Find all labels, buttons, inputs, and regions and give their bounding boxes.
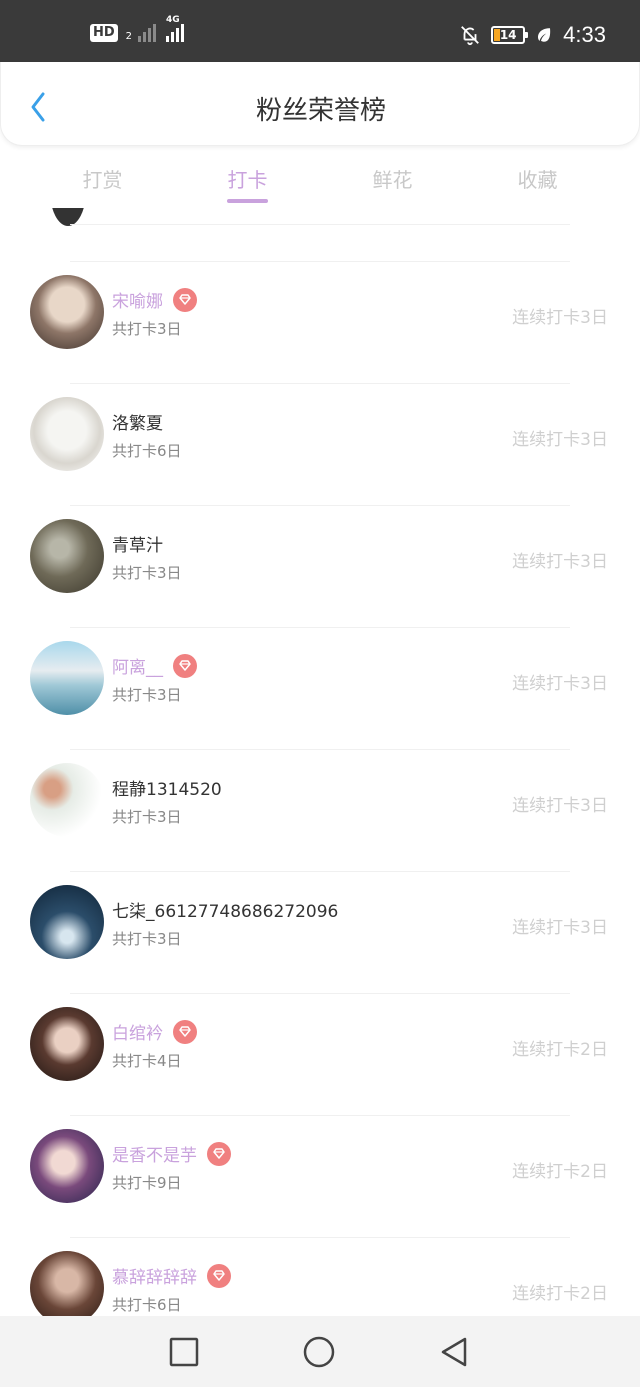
tab-checkin[interactable]: 打卡 <box>175 146 320 208</box>
square-icon[interactable] <box>168 1336 200 1368</box>
avatar[interactable] <box>30 1251 104 1316</box>
total-checkin: 共打卡6日 <box>112 1296 182 1314</box>
leaf-icon <box>538 28 551 42</box>
app-root: HD 2 4G 14 4:33 粉丝荣誉榜 打赏 打卡 鲜花 收藏 宋喻娜 共打… <box>0 0 640 1387</box>
streak-label: 连续打卡2日 <box>512 1162 608 1182</box>
list-item[interactable]: 阿离__ 共打卡3日 连续打卡3日 <box>0 627 640 749</box>
bell-off-icon <box>461 26 480 46</box>
total-checkin: 共打卡3日 <box>112 564 182 582</box>
streak-label: 连续打卡2日 <box>512 1040 608 1060</box>
total-checkin: 共打卡9日 <box>112 1174 182 1192</box>
streak-label: 连续打卡3日 <box>512 308 608 328</box>
list-item-partial <box>0 208 640 261</box>
total-checkin: 共打卡4日 <box>112 1052 182 1070</box>
fan-name-row: 宋喻娜 <box>112 287 197 312</box>
header: 粉丝荣誉榜 <box>0 62 640 146</box>
hd-sub-label: 2 <box>125 31 133 42</box>
fan-name[interactable]: 是香不是芋 <box>112 1141 197 1166</box>
fan-list-viewport[interactable]: 宋喻娜 共打卡3日 连续打卡3日 洛繁夏 共打卡6日 连续打卡3日 青草汁 共打… <box>0 208 640 1316</box>
fan-name[interactable]: 程静1314520 <box>112 775 222 800</box>
triangle-back-icon[interactable] <box>438 1336 470 1368</box>
page-title: 粉丝荣誉榜 <box>255 96 386 126</box>
divider <box>70 1237 570 1238</box>
divider <box>70 871 570 872</box>
avatar[interactable] <box>30 275 104 349</box>
circle-home-icon[interactable] <box>303 1336 335 1368</box>
hd-badge: HD <box>90 24 118 42</box>
divider <box>70 383 570 384</box>
avatar[interactable] <box>30 885 104 959</box>
tab-favorites[interactable]: 收藏 <box>465 146 610 208</box>
streak-label: 连续打卡2日 <box>512 1284 608 1304</box>
fan-name-row: 青草汁 <box>112 531 163 556</box>
diamond-badge-icon <box>207 1263 231 1288</box>
avatar[interactable] <box>30 763 104 837</box>
list-item[interactable]: 青草汁 共打卡3日 连续打卡3日 <box>0 505 640 627</box>
battery-icon: 14 <box>491 26 529 44</box>
fan-name-row: 慕辞辞辞辞 <box>112 1263 231 1288</box>
diamond-badge-icon <box>173 287 197 312</box>
streak-label: 连续打卡3日 <box>512 430 608 450</box>
fan-name[interactable]: 青草汁 <box>112 531 163 556</box>
fan-name[interactable]: 宋喻娜 <box>112 287 163 312</box>
tab-tips[interactable]: 打赏 <box>30 146 175 208</box>
list-item[interactable]: 七柒_66127748686272096 共打卡3日 连续打卡3日 <box>0 871 640 993</box>
diamond-badge-icon <box>207 1141 231 1166</box>
list-item[interactable]: 慕辞辞辞辞 共打卡6日 连续打卡2日 <box>0 1237 640 1316</box>
status-left: HD 2 4G <box>90 16 185 42</box>
fan-name-row: 白绾衿 <box>112 1019 197 1044</box>
diamond-badge-icon <box>173 653 197 678</box>
total-checkin: 共打卡3日 <box>112 320 182 338</box>
streak-label: 连续打卡3日 <box>512 918 608 938</box>
divider <box>70 993 570 994</box>
status-right: 14 4:33 <box>459 22 606 48</box>
streak-label: 连续打卡3日 <box>512 796 608 816</box>
divider <box>70 1115 570 1116</box>
fan-name-row: 阿离__ <box>112 653 197 678</box>
tab-flowers[interactable]: 鲜花 <box>320 146 465 208</box>
signal-4g-icon: 4G <box>166 16 185 42</box>
fan-name-row: 洛繁夏 <box>112 409 163 434</box>
fan-name[interactable]: 阿离__ <box>112 653 163 678</box>
fan-name[interactable]: 慕辞辞辞辞 <box>112 1263 197 1288</box>
battery-level: 14 <box>499 28 517 42</box>
divider <box>70 505 570 506</box>
signal-strength-icon <box>138 22 157 42</box>
divider <box>70 627 570 628</box>
fan-name-row: 七柒_66127748686272096 <box>112 897 338 922</box>
total-checkin: 共打卡3日 <box>112 808 182 826</box>
list-item[interactable]: 宋喻娜 共打卡3日 连续打卡3日 <box>0 261 640 383</box>
fan-name[interactable]: 白绾衿 <box>112 1019 163 1044</box>
fan-name-row: 是香不是芋 <box>112 1141 231 1166</box>
total-checkin: 共打卡6日 <box>112 442 182 460</box>
streak-label: 连续打卡3日 <box>512 552 608 572</box>
avatar[interactable] <box>30 397 104 471</box>
divider <box>70 749 570 750</box>
fan-name[interactable]: 七柒_66127748686272096 <box>112 897 338 922</box>
status-bar: HD 2 4G 14 4:33 <box>0 0 640 62</box>
total-checkin: 共打卡3日 <box>112 686 182 704</box>
divider <box>70 224 570 225</box>
list-item[interactable]: 是香不是芋 共打卡9日 连续打卡2日 <box>0 1115 640 1237</box>
fan-name[interactable]: 洛繁夏 <box>112 409 163 434</box>
fan-name-row: 程静1314520 <box>112 775 222 800</box>
tab-bar: 打赏 打卡 鲜花 收藏 <box>0 146 640 208</box>
system-nav-bar <box>0 1316 640 1387</box>
clock: 4:33 <box>563 22 606 47</box>
list-item[interactable]: 白绾衿 共打卡4日 连续打卡2日 <box>0 993 640 1115</box>
avatar[interactable] <box>30 641 104 715</box>
streak-label: 连续打卡3日 <box>512 674 608 694</box>
total-checkin: 共打卡3日 <box>112 930 182 948</box>
diamond-badge-icon <box>173 1019 197 1044</box>
avatar[interactable] <box>30 519 104 593</box>
list-item[interactable]: 程静1314520 共打卡3日 连续打卡3日 <box>0 749 640 871</box>
avatar[interactable] <box>30 1007 104 1081</box>
fan-list: 宋喻娜 共打卡3日 连续打卡3日 洛繁夏 共打卡6日 连续打卡3日 青草汁 共打… <box>0 208 640 1316</box>
avatar[interactable] <box>30 1129 104 1203</box>
list-item[interactable]: 洛繁夏 共打卡6日 连续打卡3日 <box>0 383 640 505</box>
divider <box>70 261 570 262</box>
network-type-label: 4G <box>166 15 180 25</box>
